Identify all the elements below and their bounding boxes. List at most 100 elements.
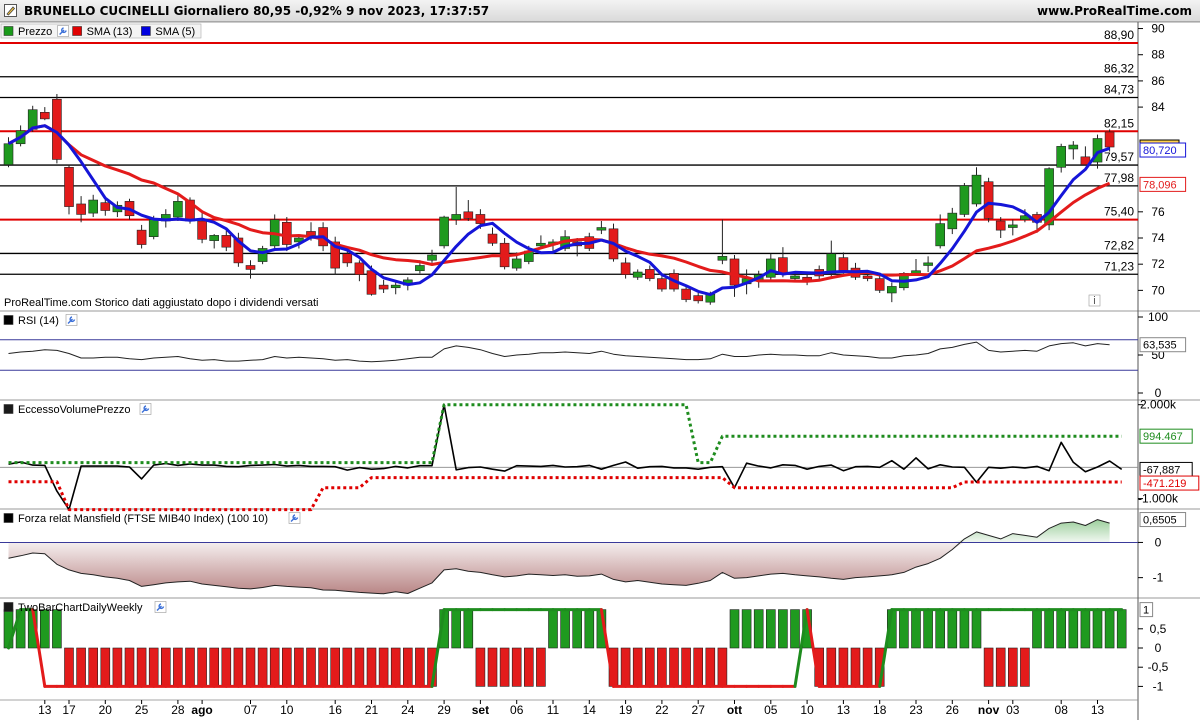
candle-body-72[interactable] bbox=[874, 278, 885, 291]
twobar-bar-39[interactable] bbox=[475, 647, 486, 687]
candle-body-40[interactable] bbox=[487, 233, 498, 244]
twobar-bar-30[interactable] bbox=[366, 647, 377, 687]
candle-body-12[interactable] bbox=[148, 219, 159, 237]
twobar-bar-62[interactable] bbox=[753, 609, 764, 649]
twobar-bar-11[interactable] bbox=[136, 647, 147, 687]
twobar-bar-79[interactable] bbox=[959, 609, 970, 649]
twobar-bar-40[interactable] bbox=[487, 647, 498, 687]
twobar-bar-21[interactable] bbox=[257, 647, 268, 687]
twobar-bar-52[interactable] bbox=[632, 647, 643, 687]
candle-body-49[interactable] bbox=[596, 227, 607, 231]
twobar-bar-89[interactable] bbox=[1080, 609, 1091, 649]
candle-body-51[interactable] bbox=[620, 262, 631, 275]
price-settings-icon[interactable] bbox=[57, 25, 69, 37]
candle-body-37[interactable] bbox=[451, 214, 462, 220]
pencil-chart-icon[interactable] bbox=[4, 4, 17, 17]
candle-body-38[interactable] bbox=[463, 211, 474, 219]
twobar-bar-47[interactable] bbox=[572, 609, 583, 649]
candle-body-79[interactable] bbox=[959, 185, 970, 215]
twobar-bar-65[interactable] bbox=[790, 609, 800, 649]
twobar-bar-86[interactable] bbox=[1044, 609, 1054, 649]
twobar-bar-81[interactable] bbox=[983, 647, 994, 687]
candle-body-17[interactable] bbox=[209, 235, 219, 241]
twobar-bar-34[interactable] bbox=[415, 647, 425, 687]
twobar-settings-icon[interactable] bbox=[154, 601, 167, 613]
twobar-bar-51[interactable] bbox=[620, 647, 631, 687]
candle-body-69[interactable] bbox=[838, 257, 849, 272]
candle-body-83[interactable] bbox=[1007, 224, 1018, 228]
twobar-bar-15[interactable] bbox=[185, 647, 195, 687]
twobar-bar-53[interactable] bbox=[644, 647, 655, 687]
candle-body-78[interactable] bbox=[947, 212, 958, 230]
twobar-bar-91[interactable] bbox=[1104, 609, 1115, 649]
twobar-bar-44[interactable] bbox=[536, 647, 546, 687]
candle-body-5[interactable] bbox=[64, 167, 74, 207]
twobar-bar-6[interactable] bbox=[76, 647, 86, 687]
candle-body-81[interactable] bbox=[983, 181, 994, 219]
twobar-bar-41[interactable] bbox=[499, 647, 510, 687]
twobar-bar-5[interactable] bbox=[64, 647, 74, 687]
candle-body-88[interactable] bbox=[1068, 144, 1079, 150]
twobar-bar-33[interactable] bbox=[402, 647, 413, 687]
candle-body-29[interactable] bbox=[354, 262, 365, 275]
candle-body-73[interactable] bbox=[886, 286, 897, 294]
twobar-bar-63[interactable] bbox=[765, 609, 776, 649]
candle-body-87[interactable] bbox=[1056, 146, 1066, 168]
candle-body-80[interactable] bbox=[971, 174, 982, 205]
candle-body-28[interactable] bbox=[342, 253, 353, 264]
site-link[interactable]: www.ProRealTime.com bbox=[1037, 4, 1192, 18]
twobar-bar-71[interactable] bbox=[862, 647, 873, 687]
candle-body-42[interactable] bbox=[511, 258, 522, 269]
twobar-bar-58[interactable] bbox=[705, 647, 716, 687]
candle-body-8[interactable] bbox=[100, 202, 111, 211]
twobar-bar-23[interactable] bbox=[281, 647, 292, 687]
twobar-bar-38[interactable] bbox=[463, 609, 474, 649]
candle-body-65[interactable] bbox=[790, 275, 800, 279]
twobar-bar-70[interactable] bbox=[850, 647, 861, 687]
candle-body-82[interactable] bbox=[995, 220, 1006, 231]
twobar-bar-75[interactable] bbox=[911, 609, 921, 649]
twobar-bar-42[interactable] bbox=[511, 647, 522, 687]
twobar-bar-88[interactable] bbox=[1068, 609, 1079, 649]
twobar-bar-8[interactable] bbox=[100, 647, 111, 687]
candle-body-60[interactable] bbox=[729, 258, 740, 286]
twobar-bar-90[interactable] bbox=[1092, 609, 1103, 649]
candle-body-64[interactable] bbox=[778, 257, 788, 274]
candle-body-56[interactable] bbox=[681, 288, 691, 300]
twobar-bar-3[interactable] bbox=[39, 609, 50, 649]
candle-body-31[interactable] bbox=[378, 284, 389, 290]
twobar-bar-77[interactable] bbox=[935, 609, 946, 649]
twobar-bar-76[interactable] bbox=[923, 609, 933, 649]
candle-body-59[interactable] bbox=[717, 256, 728, 261]
twobar-bar-45[interactable] bbox=[548, 609, 558, 649]
twobar-bar-59[interactable] bbox=[717, 647, 728, 687]
candle-body-16[interactable] bbox=[197, 220, 207, 240]
twobar-bar-80[interactable] bbox=[971, 609, 982, 649]
twobar-bar-4[interactable] bbox=[52, 609, 62, 649]
candle-body-57[interactable] bbox=[693, 295, 704, 302]
twobar-bar-16[interactable] bbox=[197, 647, 207, 687]
twobar-bar-27[interactable] bbox=[330, 647, 341, 687]
twobar-bar-69[interactable] bbox=[838, 647, 849, 687]
twobar-bar-26[interactable] bbox=[318, 647, 328, 687]
twobar-bar-10[interactable] bbox=[124, 647, 135, 687]
candle-body-23[interactable] bbox=[281, 221, 292, 245]
candle-body-6[interactable] bbox=[76, 203, 86, 215]
twobar-bar-92[interactable] bbox=[1116, 609, 1127, 649]
twobar-bar-25[interactable] bbox=[306, 647, 316, 687]
twobar-bar-48[interactable] bbox=[584, 609, 595, 649]
twobar-bar-43[interactable] bbox=[523, 647, 534, 687]
twobar-bar-56[interactable] bbox=[681, 647, 691, 687]
twobar-bar-61[interactable] bbox=[741, 609, 752, 649]
chart-area[interactable]: 88,9086,3284,7382,1579,5777,9875,4072,82… bbox=[0, 22, 1200, 720]
candle-body-18[interactable] bbox=[221, 235, 232, 248]
twobar-bar-83[interactable] bbox=[1007, 647, 1018, 687]
twobar-bar-85[interactable] bbox=[1032, 609, 1042, 649]
candle-body-52[interactable] bbox=[632, 271, 643, 278]
candle-body-7[interactable] bbox=[88, 199, 98, 214]
volume-settings-icon[interactable] bbox=[139, 403, 152, 415]
candle-body-25[interactable] bbox=[306, 231, 316, 236]
twobar-bar-18[interactable] bbox=[221, 647, 232, 687]
candle-body-77[interactable] bbox=[935, 223, 946, 247]
candle-body-76[interactable] bbox=[923, 262, 933, 266]
